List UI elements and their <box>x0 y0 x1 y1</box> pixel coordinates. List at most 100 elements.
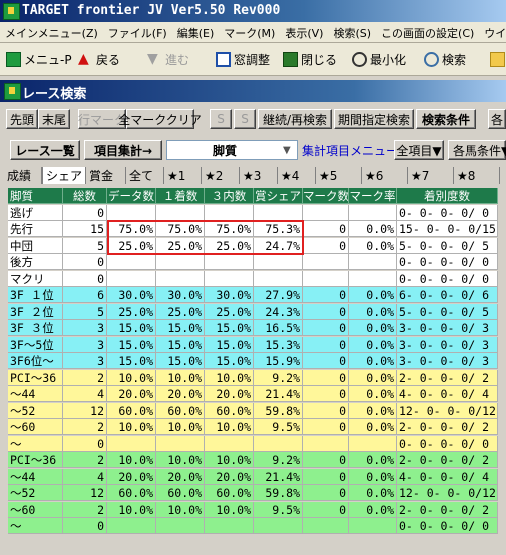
table-row[interactable]: マクリ 0 0- 0- 0- 0/ 0 <box>8 270 506 287</box>
first-button[interactable]: 先頭 <box>6 109 38 129</box>
cell-data-pct <box>107 435 156 452</box>
cell-mark-count: 0 <box>303 452 349 468</box>
menu-file[interactable]: ファイル(F) <box>103 22 172 41</box>
tab-star7[interactable]: ★7 <box>408 167 454 184</box>
forward-button[interactable]: ▼ 進む <box>147 50 189 68</box>
table-row[interactable]: 3F ３位 3 15.0% 15.0% 15.0% 16.5% 0 0.0% 3- 0- 0- … <box>8 320 506 336</box>
search-conditions-button[interactable]: 検索条件 <box>416 109 476 129</box>
cell-style: 3F6位～ <box>8 353 63 369</box>
cell-mark-rate <box>349 204 397 221</box>
table-row[interactable]: ～ 0 0- 0- 0- 0/ 0 <box>8 435 506 452</box>
tab-star6[interactable]: ★6 <box>362 167 408 184</box>
cell-data-pct: 10.0% <box>107 419 156 435</box>
table-row[interactable]: 3F １位 6 30.0% 30.0% 30.0% 27.9% 0 0.0% 6- 0- 0- … <box>8 287 506 303</box>
menu-mark[interactable]: マーク(M) <box>219 22 280 41</box>
tab-all[interactable]: 全て <box>126 167 164 184</box>
header-total[interactable]: 総数 <box>63 188 107 204</box>
period-search-button[interactable]: 期間指定検索 <box>334 109 414 129</box>
cell-mark-rate <box>349 435 397 452</box>
clear-all-marks-button[interactable]: 全マーククリア <box>118 109 202 129</box>
tab-star5[interactable]: ★5 <box>316 167 362 184</box>
search-button[interactable]: 検索 <box>424 50 466 68</box>
cell-top3-pct: 60.0% <box>205 485 254 501</box>
search-label: 検索 <box>442 52 467 67</box>
minimize-button[interactable]: 最小化 <box>352 50 406 68</box>
tab-share[interactable]: シェア <box>42 167 86 184</box>
cell-mark-count <box>303 518 349 534</box>
horse-conditions-button[interactable]: 各馬条件▼ <box>448 140 506 160</box>
last-button[interactable]: 末尾 <box>38 109 70 129</box>
tab-results[interactable]: 成績 <box>4 167 42 184</box>
menu-window[interactable]: ウインドウ(W) <box>479 22 506 41</box>
table-row[interactable]: 中団 5 25.0% 25.0% 25.0% 24.7% 0 0.0% 5- 0- 0- 0/ … <box>8 237 506 254</box>
cell-mark-count: 0 <box>303 485 349 501</box>
cell-mark-count: 0 <box>303 468 349 485</box>
cell-finish-distribution: 0- 0- 0- 0/ 0 <box>397 270 498 287</box>
window-adjust-label: 窓調整 <box>234 52 271 67</box>
cell-mark-rate: 0.0% <box>349 221 397 237</box>
folder-button[interactable] <box>490 50 506 68</box>
table-row[interactable]: 3F ２位 5 25.0% 25.0% 25.0% 24.3% 0 0.0% 5- 0- 0- … <box>8 303 506 320</box>
cell-top3-pct: 25.0% <box>205 303 254 320</box>
table-row[interactable]: 3F～5位 3 15.0% 15.0% 15.0% 15.3% 0 0.0% 3- 0- 0- … <box>8 336 506 353</box>
cell-data-pct <box>107 518 156 534</box>
table-row[interactable]: ～52 12 60.0% 60.0% 60.0% 59.8% 0 0.0% 12- 0- 0- … <box>8 485 506 501</box>
back-button[interactable]: ▲ 戻る <box>78 50 120 68</box>
tab-star1[interactable]: ★1 <box>164 167 202 184</box>
tab-prize[interactable]: 賞金 <box>86 167 126 184</box>
cell-prize-share <box>254 254 303 270</box>
cell-prize-share: 15.9% <box>254 353 303 369</box>
cell-first-pct: 15.0% <box>156 353 205 369</box>
cell-first-pct: 20.0% <box>156 386 205 402</box>
s-button-1[interactable]: S <box>210 109 232 129</box>
tab-star3[interactable]: ★3 <box>240 167 278 184</box>
item-stats-button[interactable]: 項目集計→ <box>84 140 162 160</box>
header-prize-share[interactable]: 賞シェア <box>254 188 303 204</box>
s-button-2[interactable]: S <box>234 109 256 129</box>
table-row[interactable]: ～52 12 60.0% 60.0% 60.0% 59.8% 0 0.0% 12- 0- 0- … <box>8 402 506 419</box>
cell-finish-distribution: 0- 0- 0- 0/ 0 <box>397 435 498 452</box>
header-finish-distribution[interactable]: 着別度数 <box>397 188 498 204</box>
table-row[interactable]: 3F6位～ 3 15.0% 15.0% 15.0% 15.9% 0 0.0% 3- 0- 0- … <box>8 353 506 369</box>
window-adjust-button[interactable]: 窓調整 <box>216 50 270 68</box>
cell-top3-pct: 15.0% <box>205 353 254 369</box>
table-row[interactable]: ～60 2 10.0% 10.0% 10.0% 9.5% 0 0.0% 2- 0- 0- 0/ … <box>8 419 506 435</box>
header-mark-count[interactable]: マーク数 <box>303 188 349 204</box>
header-style[interactable]: 脚質 <box>8 188 63 204</box>
more-button[interactable]: 各 <box>488 109 506 129</box>
cell-finish-distribution: 6- 0- 0- 0/ 6 <box>397 287 498 303</box>
menu-screen-settings[interactable]: この画面の設定(C) <box>376 22 479 41</box>
cell-mark-rate: 0.0% <box>349 336 397 353</box>
continue-search-button[interactable]: 継続/再検索 <box>258 109 332 129</box>
cell-style: 中団 <box>8 237 63 254</box>
menu-edit[interactable]: 編集(E) <box>172 22 220 41</box>
table-row[interactable]: 先行 15 75.0% 75.0% 75.0% 75.3% 0 0.0% 15- 0- 0- 0… <box>8 221 506 237</box>
table-row[interactable]: PCI～36 2 10.0% 10.0% 10.0% 9.2% 0 0.0% 2- 0- 0- … <box>8 452 506 468</box>
tab-star4[interactable]: ★4 <box>278 167 316 184</box>
header-first-count[interactable]: １着数 <box>156 188 205 204</box>
table-row[interactable]: ～44 4 20.0% 20.0% 20.0% 21.4% 0 0.0% 4- 0- 0- 0/… <box>8 386 506 402</box>
race-list-button[interactable]: レース一覧 <box>10 140 80 160</box>
cell-prize-share: 24.3% <box>254 303 303 320</box>
table-row[interactable]: ～60 2 10.0% 10.0% 10.0% 9.5% 0 0.0% 2- 0- 0- 0/ … <box>8 501 506 518</box>
header-data-count[interactable]: データ数 <box>107 188 156 204</box>
menu-search[interactable]: 検索(S) <box>328 22 376 41</box>
header-mark-rate[interactable]: マーク率 <box>349 188 397 204</box>
cell-first-pct: 75.0% <box>156 221 205 237</box>
stats-item-select[interactable]: 脚質 ▼ <box>166 140 298 160</box>
arrow-up-icon: ▲ <box>78 50 89 67</box>
header-top3-count[interactable]: ３内数 <box>205 188 254 204</box>
menu-main[interactable]: メインメニュー(Z) <box>0 22 103 41</box>
table-row[interactable]: ～ 0 0- 0- 0- 0/ 0 <box>8 518 506 534</box>
tab-star2[interactable]: ★2 <box>202 167 240 184</box>
table-row[interactable]: PCI～36 2 10.0% 10.0% 10.0% 9.2% 0 0.0% 2- 0- 0- … <box>8 369 506 386</box>
table-row[interactable]: 後方 0 0- 0- 0- 0/ 0 <box>8 254 506 270</box>
menu-view[interactable]: 表示(V) <box>280 22 328 41</box>
menu-p-button[interactable]: メニュ-P <box>6 50 72 68</box>
tab-star8[interactable]: ★8 <box>454 167 500 184</box>
all-items-button[interactable]: 全項目▼ <box>394 140 444 160</box>
stats-menu-link[interactable]: 集計項目メニュー <box>302 142 398 159</box>
table-row[interactable]: 逃げ 0 0- 0- 0- 0/ 0 <box>8 204 506 221</box>
close-button[interactable]: 閉じる <box>283 50 337 68</box>
table-row[interactable]: ～44 4 20.0% 20.0% 20.0% 21.4% 0 0.0% 4- 0- 0- 0/… <box>8 468 506 485</box>
